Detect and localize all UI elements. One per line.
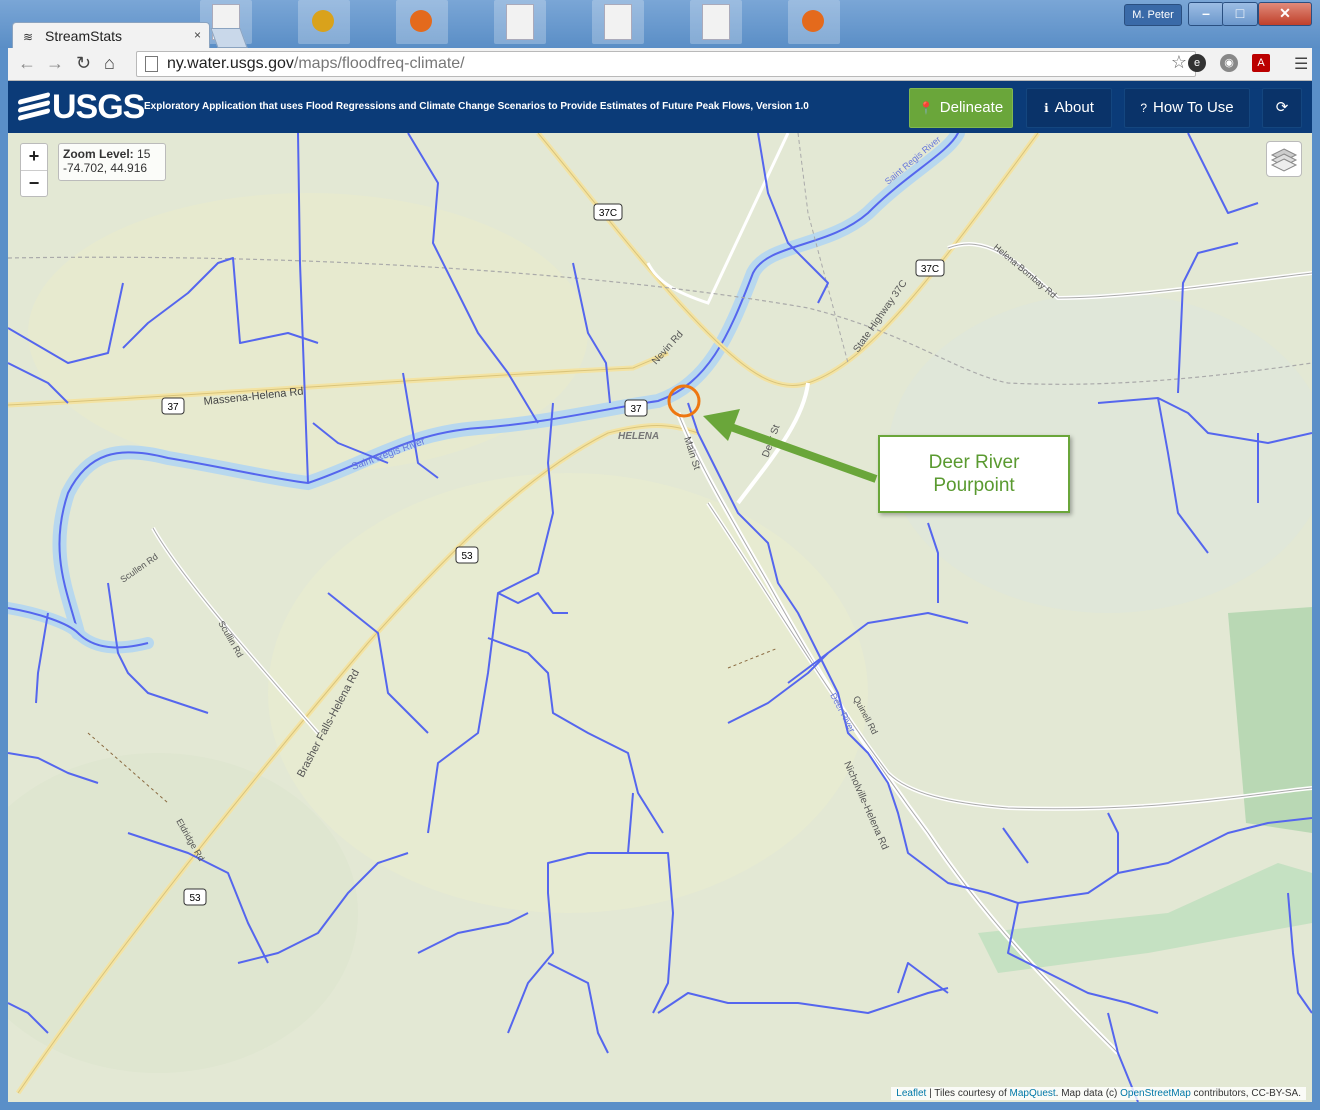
delineate-label: Delineate — [939, 99, 1004, 116]
helena-town-label: HELENA — [618, 431, 659, 442]
mapdata-text: . Map data (c) — [1055, 1088, 1118, 1099]
taskbar-thumb-firefox-2[interactable] — [788, 0, 840, 44]
annotation-line-1: Deer River — [928, 452, 1020, 473]
coordinates-readout: -74.702, 44.916 — [63, 161, 148, 175]
taskbar-thumb-document-4[interactable] — [690, 0, 742, 44]
minimize-icon[interactable]: – — [1188, 2, 1224, 26]
page-icon — [145, 56, 158, 72]
user-badge[interactable]: M. Peter — [1124, 4, 1182, 26]
route-37c-shield-a: 37C — [599, 208, 617, 219]
route-37c-shield-b: 37C — [921, 264, 939, 275]
taskbar-thumb-document-2[interactable] — [494, 0, 546, 44]
app-subtitle: Exploratory Application that uses Flood … — [144, 101, 809, 112]
address-bar[interactable]: ny.water.usgs.gov/maps/floodfreq-climate… — [136, 51, 1196, 77]
tab-title: StreamStats — [45, 28, 123, 44]
taskbar-thumb-document-3[interactable] — [592, 0, 644, 44]
reload-icon[interactable]: ↻ — [76, 53, 91, 74]
pourpoint-annotation: Deer River Pourpoint — [878, 435, 1070, 513]
annotation-line-2: Pourpoint — [933, 475, 1015, 496]
route-53-shield-a: 53 — [461, 551, 473, 562]
taskbar-thumb-firefox[interactable] — [396, 0, 448, 44]
usgs-logo[interactable]: USGS — [18, 87, 145, 126]
refresh-icon[interactable]: ⟳ — [1262, 88, 1302, 128]
delineate-button[interactable]: 📍 Delineate — [909, 88, 1013, 128]
usgs-waves-icon — [18, 92, 50, 122]
question-icon: ? — [1140, 101, 1148, 115]
zoom-out-button[interactable]: − — [21, 171, 47, 197]
app-header: USGS Exploratory Application that uses F… — [8, 81, 1312, 133]
map-canvas[interactable]: 37C 37C 37 37 53 53 Massena-Helena Rd HE… — [8, 133, 1312, 1102]
taskbar-thumb-app[interactable] — [298, 0, 350, 44]
usgs-logo-text: USGS — [52, 87, 145, 126]
extension-icon-2[interactable]: ◉ — [1220, 54, 1238, 72]
map-marker-icon: 📍 — [918, 101, 934, 115]
layers-icon — [1270, 148, 1298, 172]
url-host: ny.water.usgs.gov — [167, 55, 294, 72]
zoom-control: + − — [20, 143, 48, 197]
info-icon: ℹ — [1044, 101, 1049, 115]
zoom-in-button[interactable]: + — [21, 144, 47, 171]
about-button[interactable]: ℹ About — [1026, 88, 1112, 128]
forward-arrow-icon[interactable]: → — [46, 53, 64, 74]
browser-toolbar: ← → ↻ ⌂ ny.water.usgs.gov/maps/floodfreq… — [8, 48, 1312, 81]
how-to-use-button[interactable]: ? How To Use — [1124, 88, 1250, 128]
route-37-shield-a: 37 — [167, 402, 179, 413]
how-to-use-label: How To Use — [1153, 99, 1234, 116]
map-svg: 37C 37C 37 37 53 53 Massena-Helena Rd HE… — [8, 133, 1312, 1102]
route-37-shield-b: 37 — [630, 404, 642, 415]
mapquest-link[interactable]: MapQuest — [1010, 1088, 1056, 1099]
attribution-rest-text: contributors, CC-BY-SA. — [1193, 1088, 1301, 1099]
url-path: /maps/floodfreq-climate/ — [293, 55, 465, 72]
zoom-level-value: 15 — [137, 147, 151, 161]
maximize-icon[interactable]: □ — [1222, 2, 1258, 26]
browser-menu-icon[interactable]: ☰ — [1294, 54, 1308, 74]
zoom-info-panel: Zoom Level: 15 -74.702, 44.916 — [58, 143, 166, 181]
route-53-shield-b: 53 — [189, 893, 201, 904]
home-icon[interactable]: ⌂ — [104, 53, 115, 74]
url-text: ny.water.usgs.gov/maps/floodfreq-climate… — [167, 55, 465, 73]
pdf-extension-icon[interactable]: A — [1252, 54, 1270, 72]
taskbar-thumbnails — [200, 0, 886, 46]
extension-icon-1[interactable]: e — [1188, 54, 1206, 72]
tiles-text: | Tiles courtesy of — [929, 1088, 1007, 1099]
leaflet-link[interactable]: Leaflet — [896, 1088, 926, 1099]
back-arrow-icon[interactable]: ← — [18, 53, 36, 74]
about-label: About — [1054, 99, 1094, 116]
layers-toggle[interactable] — [1266, 141, 1302, 177]
bookmark-star-icon[interactable]: ☆ — [1171, 52, 1187, 73]
zoom-level-label: Zoom Level: — [63, 147, 134, 161]
openstreetmap-link[interactable]: OpenStreetMap — [1120, 1088, 1191, 1099]
map-attribution: Leaflet | Tiles courtesy of MapQuest. Ma… — [891, 1087, 1306, 1100]
close-window-icon[interactable]: ✕ — [1258, 2, 1312, 26]
browser-tab[interactable]: ≋ StreamStats × — [12, 22, 210, 49]
stream-favicon-icon: ≋ — [23, 30, 34, 44]
tab-close-icon[interactable]: × — [194, 28, 201, 42]
